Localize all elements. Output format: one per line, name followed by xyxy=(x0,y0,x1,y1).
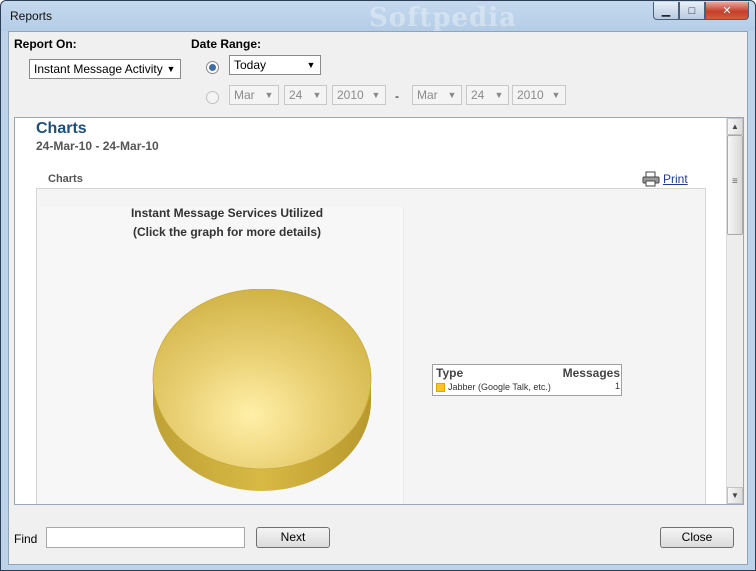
legend-header-type: Type xyxy=(436,366,464,380)
find-label: Find xyxy=(14,532,38,546)
from-day-select[interactable]: 24 ▼ xyxy=(284,85,327,105)
close-button[interactable]: Close xyxy=(660,527,734,548)
minimize-icon: ▁ xyxy=(661,5,671,17)
chevron-down-icon: ▼ xyxy=(306,60,316,70)
maximize-button[interactable]: □ xyxy=(679,2,705,20)
scroll-thumb[interactable] xyxy=(727,135,743,235)
next-button[interactable]: Next xyxy=(256,527,330,548)
from-month-select[interactable]: Mar ▼ xyxy=(229,85,279,105)
legend-header-messages: Messages xyxy=(562,366,620,380)
report-on-value: Instant Message Activity xyxy=(34,62,163,76)
from-year-value: 2010 xyxy=(337,88,364,102)
preset-range-radio[interactable] xyxy=(206,61,219,74)
chart-title-subtitle: (Click the graph for more details) xyxy=(132,225,322,239)
chevron-down-icon: ▼ xyxy=(264,90,274,100)
to-month-value: Mar xyxy=(417,88,438,102)
legend-swatch xyxy=(436,382,445,392)
report-on-label: Report On: xyxy=(14,37,77,51)
chevron-down-icon: ▼ xyxy=(166,64,176,74)
report-view: Charts 24-Mar-10 - 24-Mar-10 Charts Prin… xyxy=(14,117,744,505)
print-link[interactable]: Print xyxy=(642,171,688,187)
close-icon: ✕ xyxy=(722,5,732,17)
chevron-down-icon: ▼ xyxy=(312,90,322,100)
title-bar[interactable]: Reports Softpedia ▁ □ ✕ xyxy=(1,1,755,33)
legend-label: Jabber (Google Talk, etc.) xyxy=(448,382,551,392)
pie-slice-0[interactable] xyxy=(152,289,372,470)
to-day-select[interactable]: 24 ▼ xyxy=(466,85,509,105)
watermark: Softpedia xyxy=(369,3,517,33)
report-date-range: 24-Mar-10 - 24-Mar-10 xyxy=(36,139,159,153)
chart-container: Instant Message Services Utilized (Click… xyxy=(36,188,706,505)
maximize-icon: □ xyxy=(688,4,696,17)
vertical-scrollbar[interactable]: ▲ ▼ xyxy=(726,118,743,504)
to-day-value: 24 xyxy=(471,88,485,102)
report-title: Charts xyxy=(36,120,87,137)
chevron-down-icon: ▼ xyxy=(731,491,739,500)
chevron-up-icon: ▲ xyxy=(731,122,739,131)
window-title: Reports xyxy=(10,9,53,23)
legend-row: Jabber (Google Talk, etc.) xyxy=(436,382,551,392)
chart-title-line-1: Instant Message Services Utilized xyxy=(130,206,324,220)
to-year-select[interactable]: 2010 ▼ xyxy=(512,85,566,105)
chevron-down-icon: ▼ xyxy=(371,90,381,100)
range-separator: - xyxy=(395,89,399,103)
printer-icon xyxy=(642,171,660,187)
from-day-value: 24 xyxy=(289,88,303,102)
scroll-up-button[interactable]: ▲ xyxy=(727,118,743,135)
chevron-down-icon: ▼ xyxy=(551,90,561,100)
chevron-down-icon: ▼ xyxy=(494,90,504,100)
reports-window: Reports Softpedia ▁ □ ✕ Report On: Insta… xyxy=(0,0,756,571)
legend-value: 1 xyxy=(614,381,620,391)
print-link-label: Print xyxy=(663,172,688,186)
preset-range-select[interactable]: Today ▼ xyxy=(229,55,321,75)
from-month-value: Mar xyxy=(234,88,255,102)
window-controls: ▁ □ ✕ xyxy=(653,2,749,20)
client-area: Report On: Instant Message Activity ▼ Da… xyxy=(8,31,748,565)
date-range-label: Date Range: xyxy=(191,37,262,51)
preset-range-value: Today xyxy=(234,58,267,72)
minimize-button[interactable]: ▁ xyxy=(653,2,679,20)
to-year-value: 2010 xyxy=(517,88,544,102)
close-window-button[interactable]: ✕ xyxy=(705,2,749,20)
to-month-select[interactable]: Mar ▼ xyxy=(412,85,462,105)
chevron-down-icon: ▼ xyxy=(447,90,457,100)
scroll-down-button[interactable]: ▼ xyxy=(727,487,743,504)
chart-title: Instant Message Services Utilized (Click… xyxy=(37,204,417,242)
chart-legend: Type Messages Jabber (Google Talk, etc.)… xyxy=(432,364,622,396)
custom-range-radio[interactable] xyxy=(206,91,219,104)
find-input[interactable] xyxy=(46,527,245,548)
pie-chart[interactable] xyxy=(87,289,457,505)
from-year-select[interactable]: 2010 ▼ xyxy=(332,85,386,105)
report-on-select[interactable]: Instant Message Activity ▼ xyxy=(29,59,181,79)
charts-section-label: Charts xyxy=(48,173,83,185)
